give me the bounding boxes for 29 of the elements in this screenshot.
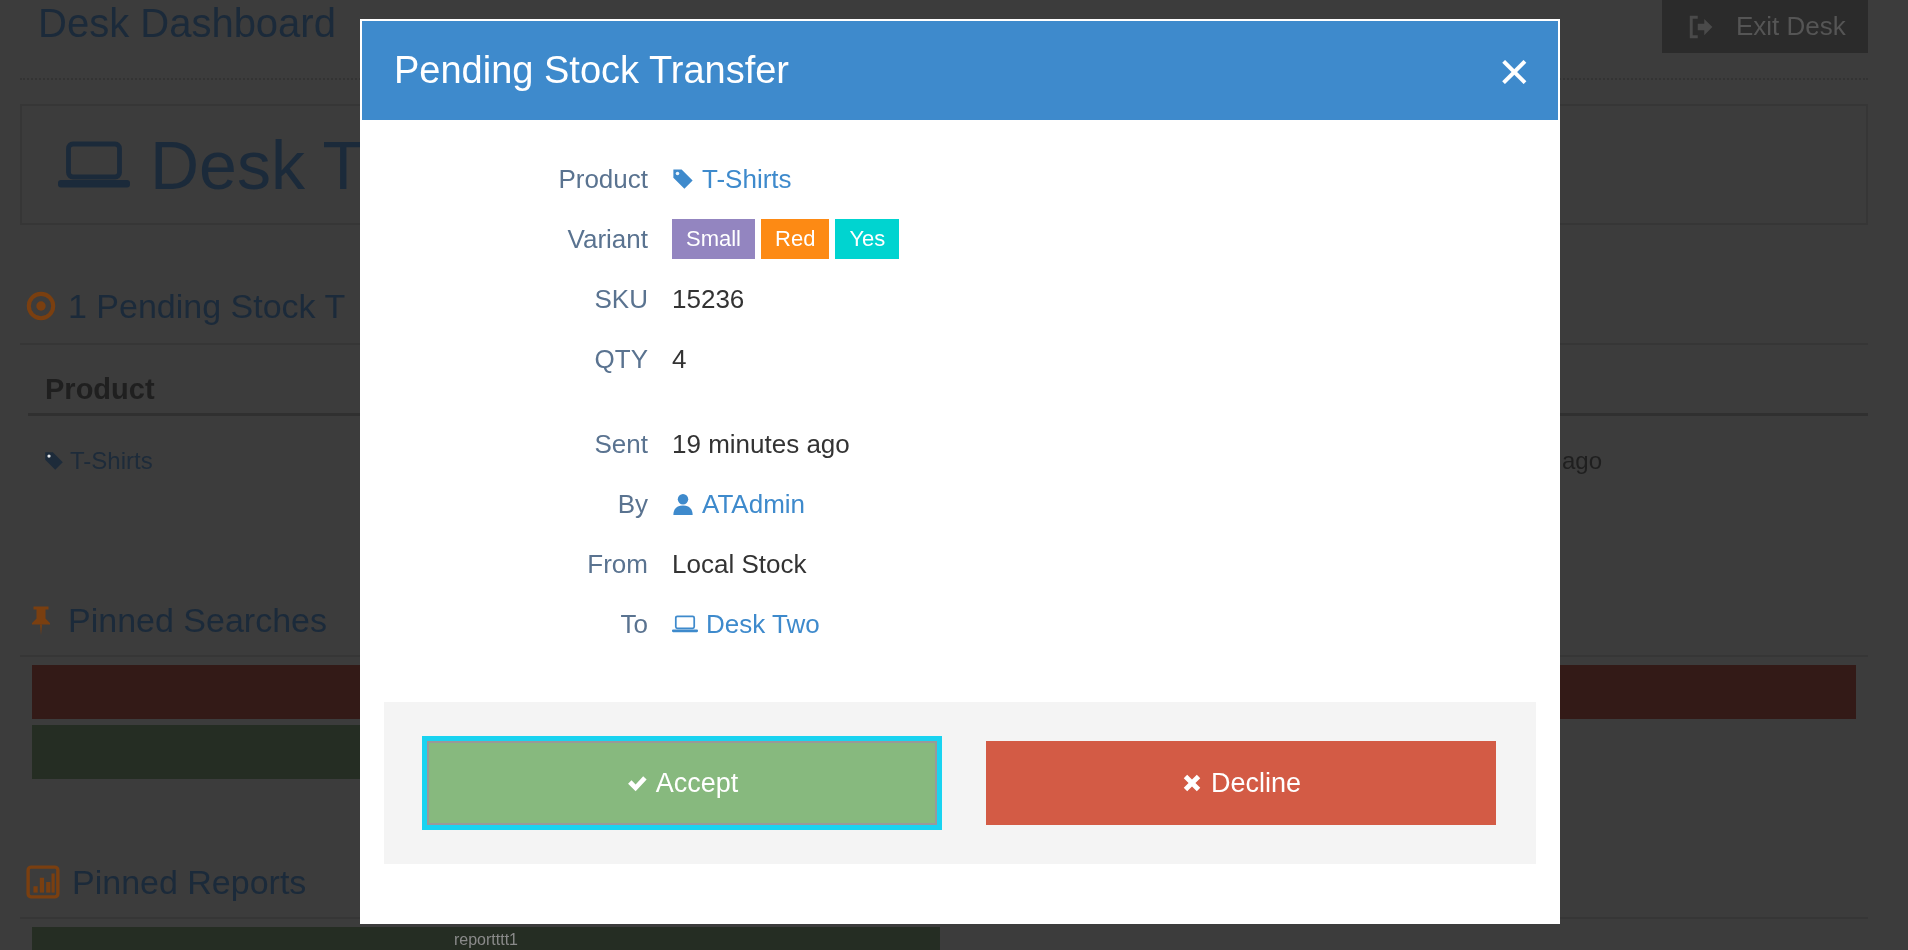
field-value: 19 minutes ago (672, 428, 850, 460)
field-label: From (586, 548, 648, 580)
variant-tag: Small (672, 219, 755, 259)
decline-button[interactable]: Decline (986, 741, 1496, 825)
variant-tag: Yes (835, 219, 900, 259)
desk-link[interactable]: Desk Two (706, 608, 820, 640)
field-value: Local Stock (672, 548, 807, 580)
accept-button[interactable]: Accept (422, 736, 942, 830)
pinned-report-bar[interactable]: reportttt1 (32, 927, 940, 950)
product-link[interactable]: T-Shirts (702, 163, 792, 195)
target-icon (26, 291, 56, 321)
user-link[interactable]: ATAdmin (702, 488, 806, 520)
field-label: Product (557, 163, 648, 195)
field-label: Sent (593, 428, 648, 460)
field-value: 15236 (672, 283, 745, 315)
laptop-icon (58, 139, 130, 190)
bar-chart-icon (26, 865, 60, 899)
modal-title: Pending Stock Transfer (394, 49, 789, 92)
laptop-icon (672, 615, 698, 633)
tag-icon (44, 451, 64, 471)
field-label: By (616, 488, 648, 520)
exit-icon (1688, 13, 1714, 40)
field-label: To (619, 608, 648, 640)
user-icon (672, 493, 694, 515)
field-label: SKU (593, 283, 648, 315)
close-button[interactable]: × (1498, 43, 1530, 98)
field-label: Variant (566, 223, 648, 255)
tag-icon (672, 168, 694, 190)
variant-tag: Red (761, 219, 830, 259)
